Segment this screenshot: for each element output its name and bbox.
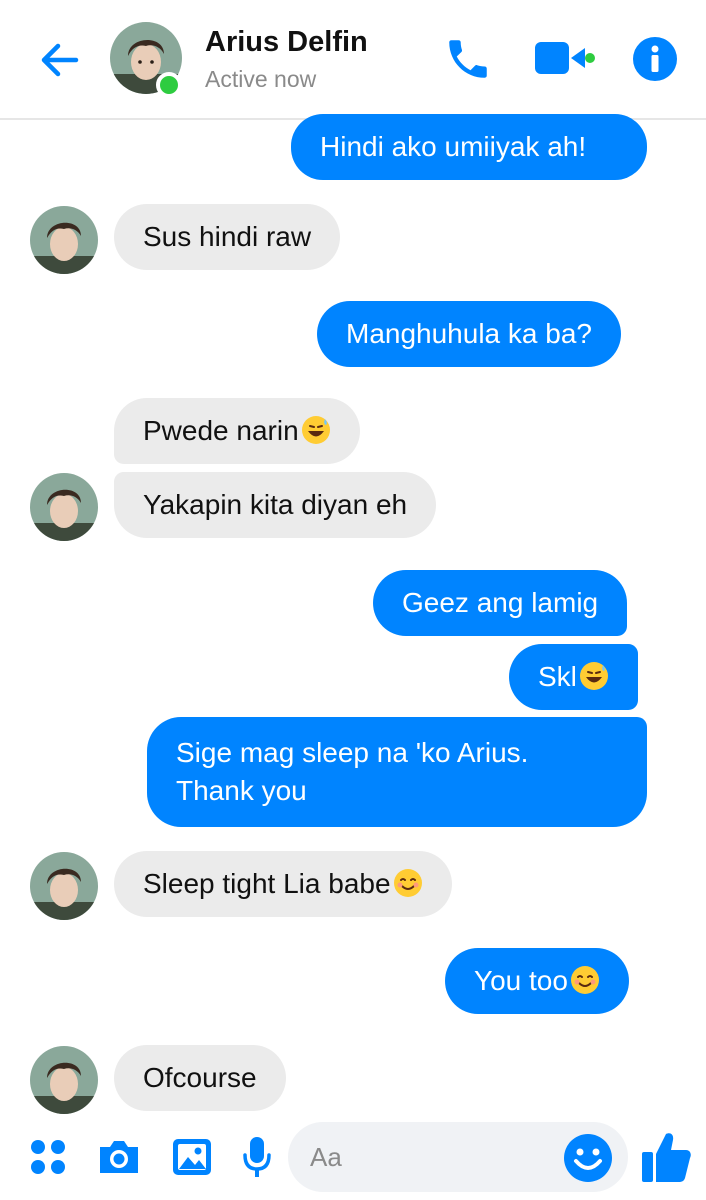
avatar[interactable] xyxy=(30,473,98,541)
active-status-dot xyxy=(156,72,182,98)
smiling-face-emoji-icon xyxy=(570,966,599,994)
microphone-icon[interactable] xyxy=(242,1135,272,1179)
more-apps-icon[interactable] xyxy=(28,1137,68,1177)
back-arrow-icon[interactable] xyxy=(36,36,84,84)
message-incoming[interactable]: Pwede narin xyxy=(114,398,360,464)
message-text: Ofcourse xyxy=(143,1062,257,1093)
info-icon[interactable] xyxy=(632,36,678,82)
message-outgoing[interactable]: Skl xyxy=(509,644,638,710)
grinning-sweat-emoji-icon xyxy=(579,662,608,690)
message-incoming[interactable]: Ofcourse xyxy=(114,1045,286,1111)
chat-header: Arius Delfin Active now xyxy=(0,0,706,120)
message-text: Thank you xyxy=(176,775,307,806)
avatar[interactable] xyxy=(30,1046,98,1114)
phone-icon[interactable] xyxy=(443,34,493,84)
message-text: Geez ang lamig xyxy=(402,587,599,618)
video-camera-icon[interactable] xyxy=(533,38,595,78)
message-text: Sige mag sleep na 'ko Arius. xyxy=(176,737,529,768)
message-outgoing[interactable]: Manghuhula ka ba? xyxy=(317,301,621,367)
smiling-face-emoji-icon xyxy=(393,869,422,897)
message-text: You too xyxy=(474,965,568,996)
avatar[interactable] xyxy=(30,852,98,920)
message-outgoing[interactable]: You too xyxy=(445,948,629,1014)
avatar[interactable] xyxy=(30,206,98,274)
message-outgoing[interactable]: Hindi ako umiiyak ah! xyxy=(291,114,647,180)
message-incoming[interactable]: Sus hindi raw xyxy=(114,204,341,270)
message-text: Yakapin kita diyan eh xyxy=(143,489,408,520)
contact-name[interactable]: Arius Delfin xyxy=(205,26,368,59)
message-incoming[interactable]: Sleep tight Lia babe xyxy=(114,851,452,917)
message-text: Manghuhula ka ba? xyxy=(346,318,592,349)
message-text: Sus hindi raw xyxy=(143,221,312,252)
message-text: Pwede narin xyxy=(143,415,299,446)
grinning-sweat-emoji-icon xyxy=(301,416,330,444)
message-text: Hindi ako umiiyak ah! xyxy=(320,131,587,162)
message-text: Sleep tight Lia babe xyxy=(143,868,391,899)
message-input-placeholder: Aa xyxy=(310,1142,342,1172)
message-text: Skl xyxy=(538,661,577,692)
message-outgoing[interactable]: Sige mag sleep na 'ko Arius. Thank you xyxy=(147,717,647,827)
emoji-icon[interactable] xyxy=(563,1133,613,1183)
active-status: Active now xyxy=(205,66,317,92)
gallery-icon[interactable] xyxy=(171,1137,213,1177)
camera-icon[interactable] xyxy=(96,1137,142,1177)
thumbs-up-icon[interactable] xyxy=(640,1130,692,1184)
message-incoming[interactable]: Yakapin kita diyan eh xyxy=(114,472,437,538)
message-outgoing[interactable]: Geez ang lamig xyxy=(373,570,628,636)
